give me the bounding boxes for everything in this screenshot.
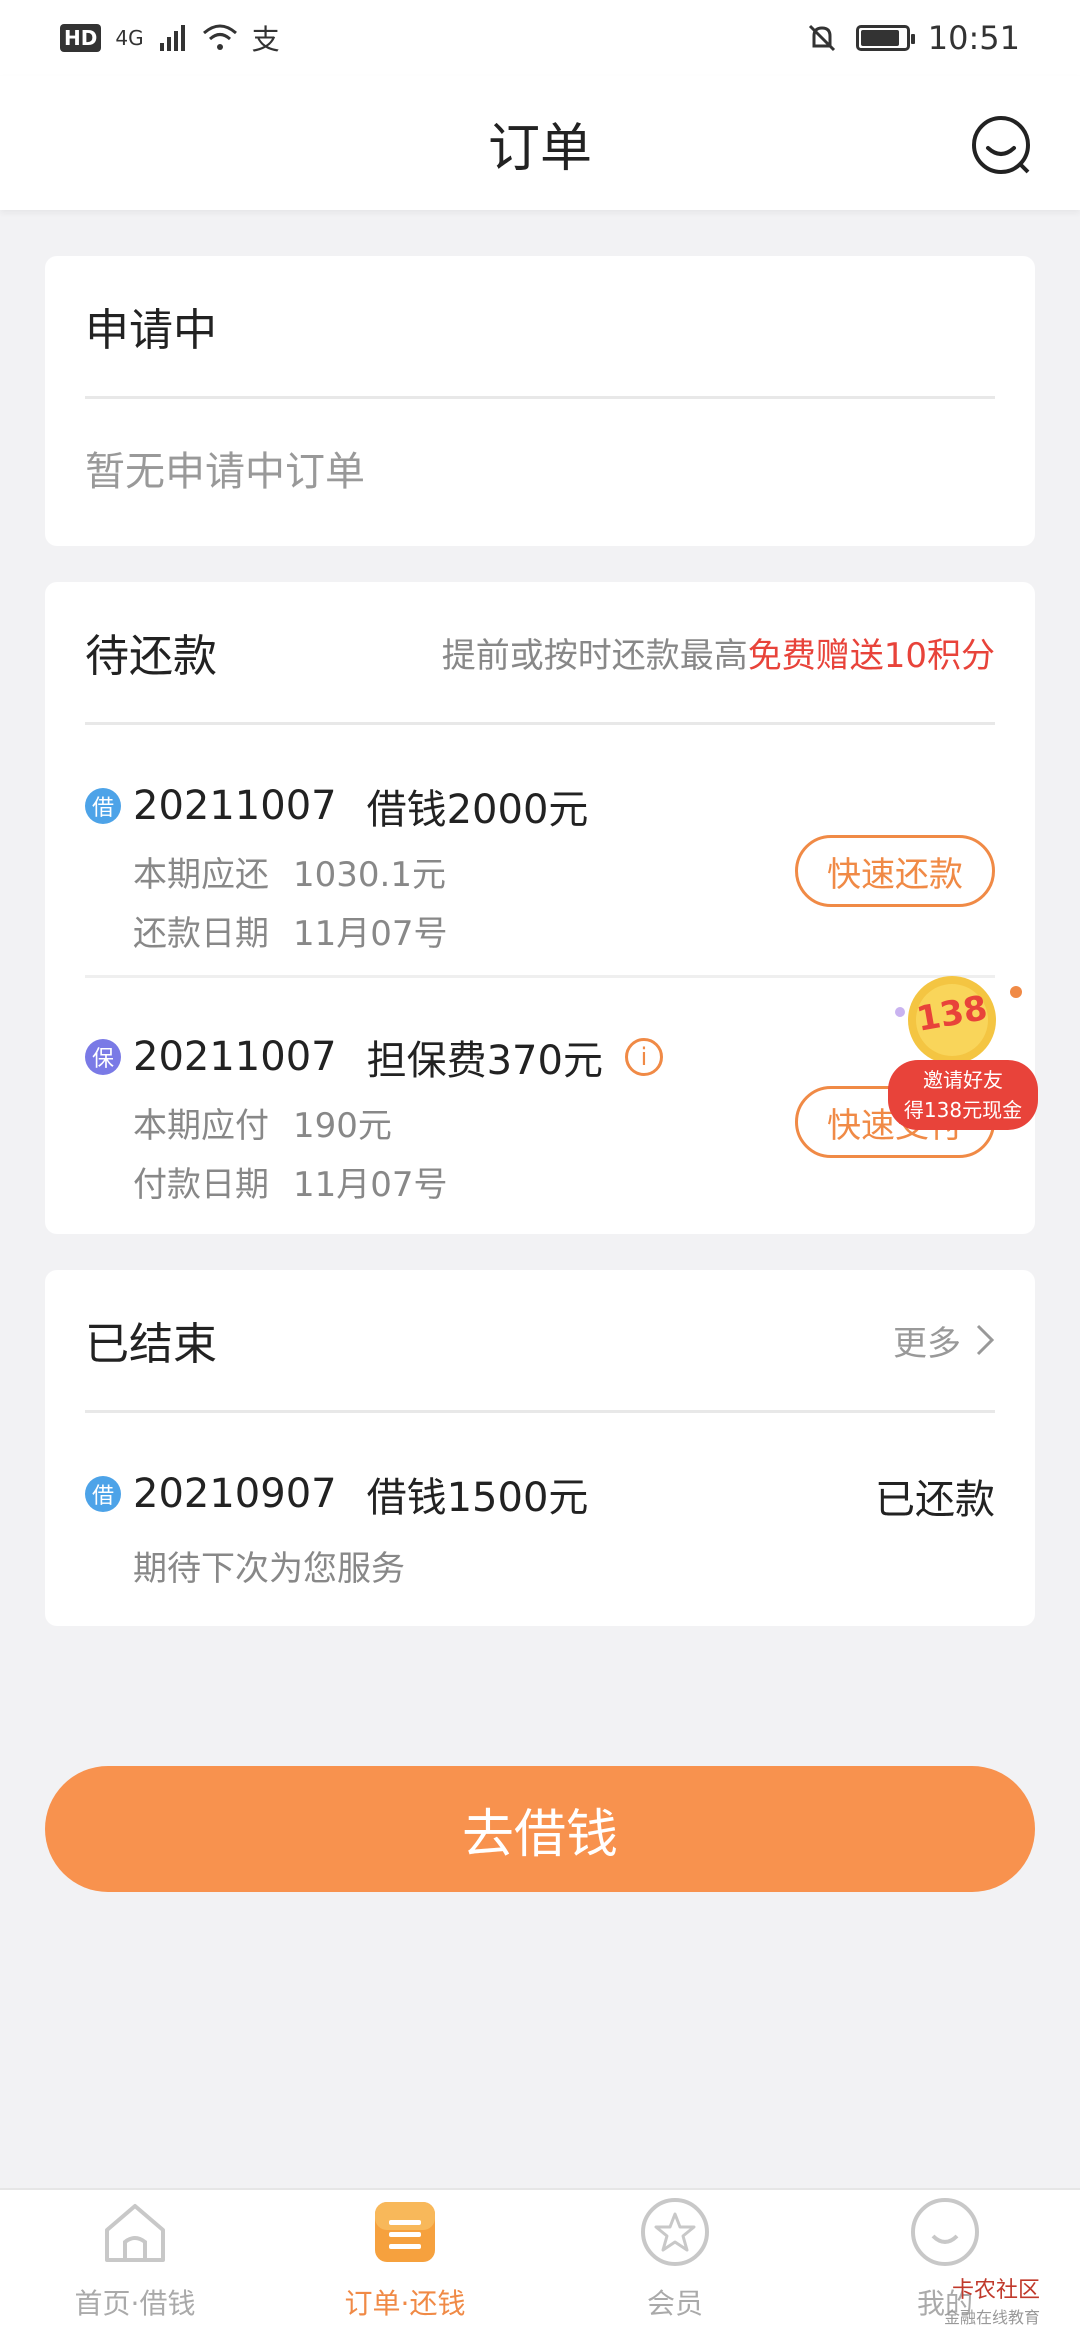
due-amount-label: 本期应还: [133, 855, 269, 895]
tab-home[interactable]: 首页·借钱: [0, 2190, 270, 2340]
tab-label: 首页·借钱: [74, 2287, 196, 2320]
applying-title: 申请中: [85, 305, 217, 356]
repaid-status: 已还款: [875, 1477, 995, 1523]
order-name: 借钱2000元: [366, 787, 589, 833]
finished-title: 已结束: [85, 1319, 217, 1370]
pending-header: 待还款 提前或按时还款最高免费赠送10积分: [45, 582, 1035, 722]
star-icon: [641, 2198, 709, 2266]
signal-icon: [159, 25, 185, 51]
status-time: 10:51: [927, 19, 1020, 57]
due-amount-label: 本期应付: [133, 1106, 269, 1146]
borrow-button[interactable]: 去借钱: [45, 1766, 1035, 1892]
finished-item[interactable]: 借 20210907 借钱1500元 期待下次为您服务 已还款: [45, 1413, 1035, 1623]
due-date-row: 付款日期 11月07号: [133, 1157, 995, 1206]
guarantee-badge-icon: 保: [85, 1039, 121, 1075]
battery-fill: [860, 30, 900, 46]
status-left: HD 4G 支: [60, 18, 280, 58]
applying-empty-text: 暂无申请中订单: [85, 449, 365, 495]
due-date-label: 付款日期: [133, 1165, 269, 1205]
order-name: 借钱1500元: [366, 1475, 589, 1521]
ad-line2: 得138元现金: [903, 1098, 1023, 1122]
finished-card: 已结束 更多 借 20210907 借钱1500元 期待下次为您服务 已还款: [45, 1270, 1035, 1626]
order-id: 20211007: [133, 783, 337, 829]
network-label: 4G: [115, 26, 144, 50]
pending-card: 待还款 提前或按时还款最高免费赠送10积分 借 20211007 借钱2000元…: [45, 582, 1035, 1234]
order-name: 担保费370元: [366, 1038, 603, 1084]
promo-prefix: 提前或按时还款最高: [441, 635, 748, 676]
tab-label: 订单·还钱: [344, 2287, 466, 2320]
wifi-icon: [202, 24, 237, 50]
orders-icon: [375, 2202, 435, 2262]
item-title-row: 保 20211007 担保费370元 i: [85, 1028, 995, 1086]
bottom-tabbar: 首页·借钱 订单·还钱 会员 我的 卡农社区 金融在线教育: [0, 2188, 1080, 2340]
header: 订单: [0, 76, 1080, 210]
applying-card: 申请中 暂无申请中订单: [45, 256, 1035, 546]
ad-banner: 邀请好友 得138元现金: [888, 1060, 1038, 1130]
more-label: 更多: [893, 1323, 961, 1364]
promo-text: 提前或按时还款最高免费赠送10积分: [442, 628, 995, 677]
tab-member[interactable]: 会员: [540, 2190, 810, 2340]
ad-line1: 邀请好友: [923, 1068, 1003, 1092]
loan-badge-icon: 借: [85, 1476, 121, 1512]
pending-item[interactable]: 借 20211007 借钱2000元 本期应还 1030.1元 还款日期 11月07…: [45, 725, 1035, 975]
tab-label: 会员: [646, 2287, 703, 2320]
more-link[interactable]: 更多: [893, 1316, 995, 1365]
info-icon[interactable]: i: [624, 1038, 663, 1076]
pending-title: 待还款: [85, 631, 217, 682]
item-title-row: 借 20210907 借钱1500元: [85, 1465, 995, 1523]
quick-repay-button[interactable]: 快速还款: [795, 835, 995, 907]
battery-icon: [855, 25, 915, 51]
order-id: 20211007: [133, 1034, 337, 1080]
due-date-label: 还款日期: [133, 914, 269, 954]
watermark-title: 卡农社区: [951, 2278, 1040, 2303]
order-id: 20210907: [133, 1471, 337, 1517]
status-right: 10:51: [806, 19, 1020, 57]
chevron-right-icon: [976, 1324, 995, 1356]
invite-friends-ad[interactable]: 138 邀请好友 得138元现金: [882, 972, 1042, 1132]
due-amount-value: 1030.1元: [293, 855, 446, 895]
due-amount-value: 190元: [293, 1106, 392, 1146]
watermark: 卡农社区 金融在线教育: [944, 2272, 1040, 2328]
tab-mine[interactable]: 我的 卡农社区 金融在线教育: [810, 2190, 1080, 2340]
due-date-value: 11月07号: [293, 914, 448, 954]
mute-bell-icon: [808, 24, 835, 52]
home-icon: [105, 2204, 165, 2262]
customer-service-icon[interactable]: [970, 114, 1032, 176]
finished-header: 已结束 更多: [45, 1270, 1035, 1410]
status-bar: HD 4G 支 10:51: [0, 0, 1080, 76]
promo-highlight: 免费赠送10积分: [747, 635, 995, 676]
watermark-subtitle: 金融在线教育: [943, 2308, 1040, 2327]
due-date-value: 11月07号: [293, 1165, 448, 1205]
applying-header: 申请中: [45, 256, 1035, 396]
loan-badge-icon: 借: [85, 788, 121, 824]
page-title: 订单: [487, 118, 592, 179]
item-title-row: 借 20211007 借钱2000元: [85, 777, 995, 835]
service-note: 期待下次为您服务: [133, 1549, 405, 1589]
profile-icon: [911, 2198, 979, 2266]
tab-orders[interactable]: 订单·还钱: [270, 2190, 540, 2340]
pay-icon: 支: [251, 23, 280, 56]
hd-icon: HD: [60, 24, 102, 52]
due-date-row: 还款日期 11月07号: [133, 906, 995, 955]
